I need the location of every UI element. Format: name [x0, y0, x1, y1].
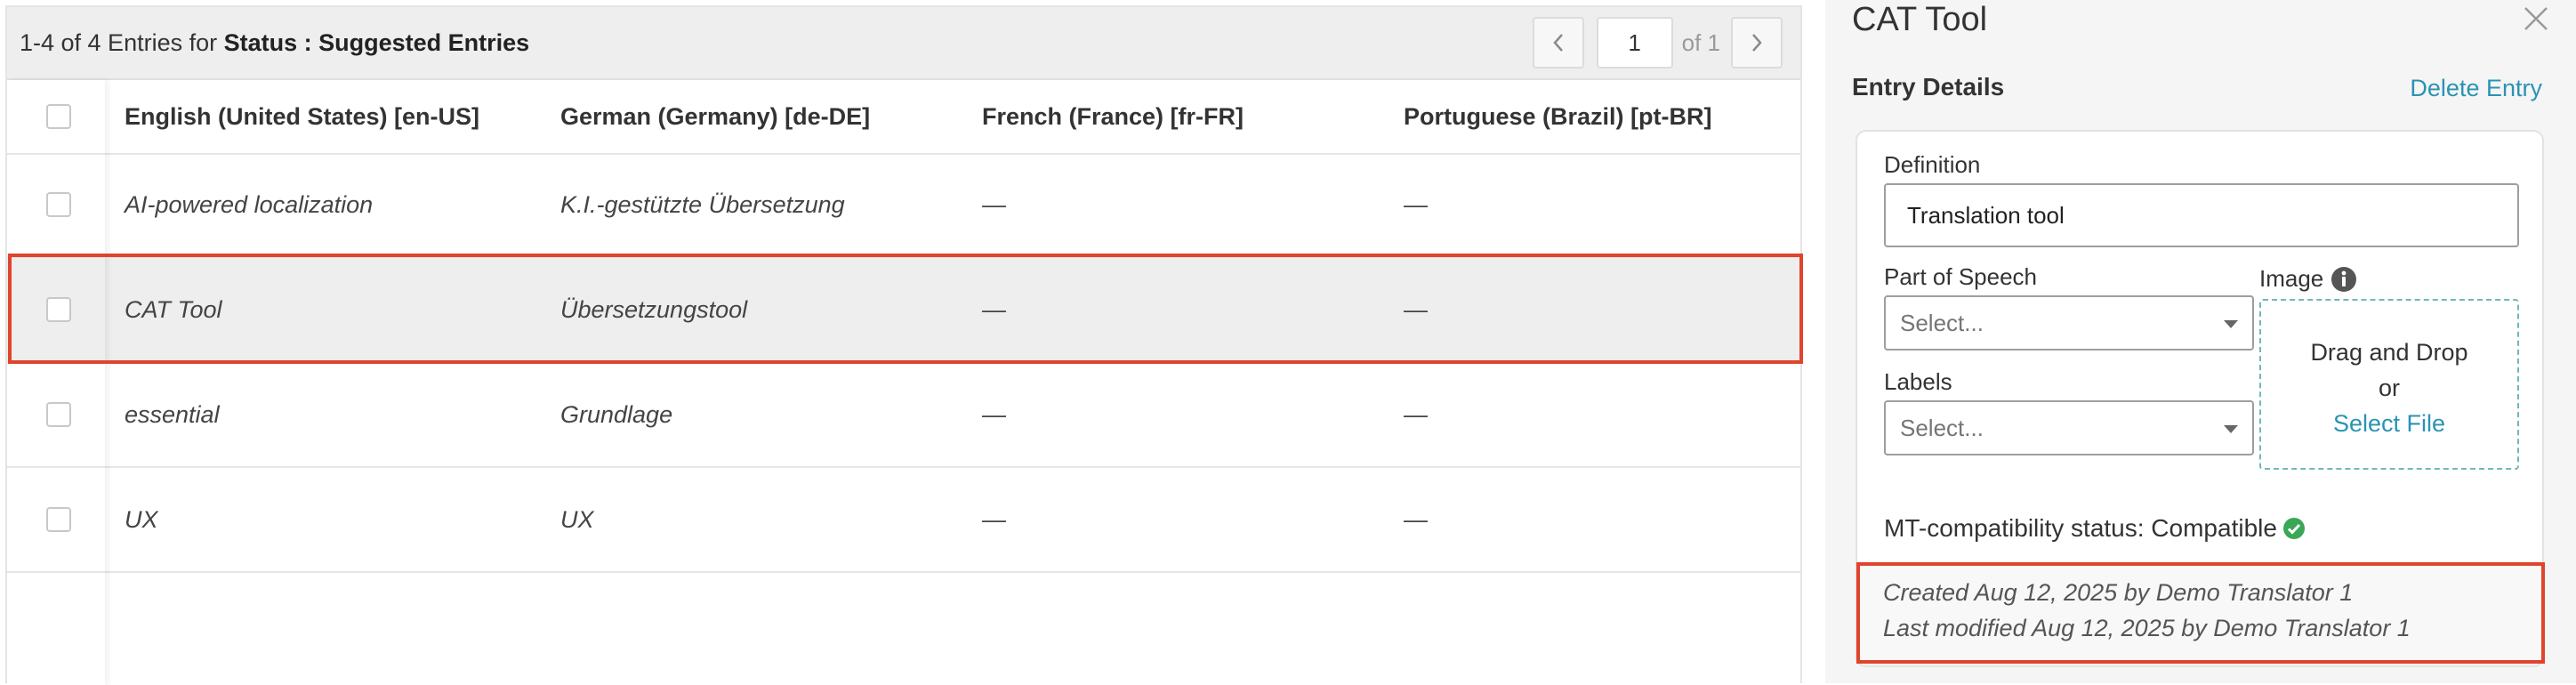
column-header-fr-fr[interactable]: French (France) [fr-FR] [982, 80, 1244, 153]
status-value: Suggested Entries [318, 29, 530, 56]
panel-title: CAT Tool [1852, 1, 1988, 38]
mt-compatibility-status: MT-compatibility status: Compatible [1884, 514, 2306, 543]
info-icon[interactable] [2330, 266, 2357, 293]
prev-page-button[interactable] [1532, 17, 1584, 68]
cell-de-de: Grundlage [560, 400, 673, 428]
entries-summary: 1-4 of 4 Entries for Status : Suggested … [20, 7, 529, 78]
row-checkbox[interactable] [46, 507, 71, 532]
cell-pt-br: — [1404, 295, 1428, 323]
cell-en-us: UX [125, 505, 158, 533]
row-checkbox[interactable] [46, 297, 71, 322]
chevron-right-icon [1752, 34, 1762, 52]
column-header-row: English (United States) [en-US] German (… [7, 80, 1800, 155]
chevron-down-icon [2224, 320, 2238, 328]
labels-label: Labels [1884, 368, 1952, 395]
entry-metadata: Created Aug 12, 2025 by Demo Translator … [1856, 562, 2545, 664]
column-header-pt-br[interactable]: Portuguese (Brazil) [pt-BR] [1404, 80, 1712, 153]
select-file-link[interactable]: Select File [2261, 406, 2517, 441]
column-header-en-us[interactable]: English (United States) [en-US] [125, 80, 479, 153]
image-label-group: Image [2259, 265, 2357, 293]
column-header-de-de[interactable]: German (Germany) [de-DE] [560, 80, 870, 153]
page-number-input[interactable]: 1 [1596, 17, 1673, 68]
delete-entry-link[interactable]: Delete Entry [2410, 75, 2542, 102]
row-checkbox-cell [46, 363, 71, 466]
check-circle-icon [2282, 518, 2305, 539]
next-page-button[interactable] [1731, 17, 1783, 68]
table-row[interactable]: essential Grundlage — — [7, 363, 1800, 468]
table-toolbar: 1-4 of 4 Entries for Status : Suggested … [7, 7, 1800, 80]
part-of-speech-value: Select... [1900, 310, 1984, 336]
image-label: Image [2259, 265, 2324, 292]
modified-info: Last modified Aug 12, 2025 by Demo Trans… [1883, 615, 2411, 641]
cell-pt-br: — [1404, 505, 1428, 533]
chevron-down-icon [2224, 425, 2238, 433]
cell-en-us: essential [125, 400, 220, 428]
cell-en-us: CAT Tool [125, 295, 222, 323]
cell-de-de: UX [560, 505, 594, 533]
dropzone-text: Drag and Drop [2310, 339, 2468, 366]
section-title: Entry Details [1852, 73, 2005, 101]
page-count: of 1 [1681, 28, 1720, 56]
part-of-speech-select[interactable]: Select... [1884, 295, 2254, 351]
summary-count: 1-4 of 4 Entries for [20, 29, 224, 56]
select-all-checkbox[interactable] [46, 104, 71, 129]
select-all-cell [46, 80, 71, 153]
status-separator: : [297, 29, 319, 56]
dropzone-or: or [2378, 375, 2400, 401]
table-row-selected[interactable]: CAT Tool Übersetzungstool — — [7, 258, 1800, 363]
image-dropzone[interactable]: Drag and Drop or Select File [2259, 299, 2519, 470]
cell-pt-br: — [1404, 400, 1428, 428]
row-checkbox-cell [46, 258, 71, 361]
chevron-left-icon [1552, 34, 1563, 52]
cell-de-de: K.I.-gestützte Übersetzung [560, 190, 845, 218]
status-label: Status [223, 29, 298, 56]
cell-fr-fr: — [982, 400, 1006, 428]
mt-status-text: MT-compatibility status: Compatible [1884, 514, 2277, 542]
definition-label: Definition [1884, 151, 1981, 178]
labels-select[interactable]: Select... [1884, 400, 2254, 455]
row-checkbox-cell [46, 468, 71, 571]
cell-fr-fr: — [982, 505, 1006, 533]
cell-de-de: Übersetzungstool [560, 295, 748, 323]
cell-fr-fr: — [982, 295, 1006, 323]
entry-details-panel: CAT Tool Entry Details Delete Entry Defi… [1825, 0, 2576, 683]
part-of-speech-label: Part of Speech [1884, 263, 2037, 290]
labels-value: Select... [1900, 415, 1984, 441]
row-checkbox-cell [46, 153, 71, 256]
row-checkbox[interactable] [46, 192, 71, 217]
cell-pt-br: — [1404, 190, 1428, 218]
row-checkbox[interactable] [46, 402, 71, 427]
created-info: Created Aug 12, 2025 by Demo Translator … [1883, 579, 2354, 606]
entries-table: 1-4 of 4 Entries for Status : Suggested … [5, 5, 1803, 683]
cell-en-us: AI-powered localization [125, 190, 374, 218]
definition-field[interactable]: Translation tool [1884, 183, 2519, 247]
table-row[interactable]: UX UX — — [7, 468, 1800, 573]
table-row[interactable]: AI-powered localization K.I.-gestützte Ü… [7, 153, 1800, 258]
cell-fr-fr: — [982, 190, 1006, 218]
pagination: 1 of 1 [1532, 16, 1783, 69]
close-icon[interactable] [2523, 5, 2549, 32]
